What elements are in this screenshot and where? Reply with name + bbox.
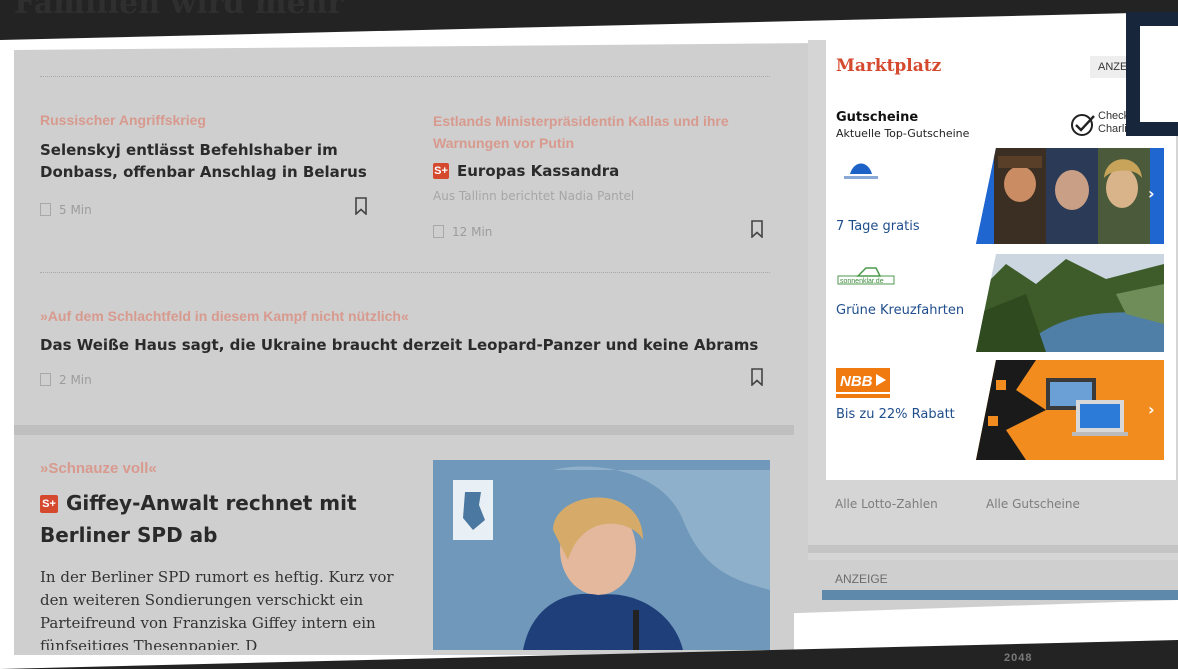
feature-teaser-text: In der Berliner SPD rumort es heftig. Ku… <box>40 568 394 650</box>
article-author: Aus Tallinn berichtet Nadia Pantel <box>433 189 635 203</box>
check-logo-icon <box>1070 112 1096 142</box>
article-reading-time: 5 Min <box>40 203 92 217</box>
offer-text[interactable]: Bis zu 22% Rabatt <box>836 404 966 425</box>
reading-time-icon <box>433 225 444 238</box>
article-title[interactable]: Das Weiße Haus sagt, die Ukraine braucht… <box>40 334 780 356</box>
nbb-logo[interactable]: NBB <box>836 368 890 400</box>
feature-title[interactable]: S+ Giffey-Anwalt rechnet mit Berliner SPD… <box>40 487 420 551</box>
voucher-subheading: Aktuelle Top-Gutscheine <box>836 127 970 140</box>
paramount-logo[interactable] <box>836 152 896 188</box>
feature-photo[interactable] <box>433 460 770 650</box>
chevron-right-icon[interactable]: › <box>1148 184 1155 203</box>
bookmark-icon[interactable] <box>750 220 764 239</box>
reading-time-icon <box>40 203 51 216</box>
ad-banner-strip[interactable] <box>822 590 1178 600</box>
article-kicker[interactable]: Estlands Ministerpräsidentin Kallas und … <box>433 110 763 154</box>
sonnenklar-logo[interactable]: sonnenklar.de <box>836 262 896 292</box>
offer-image[interactable]: › <box>976 360 1164 460</box>
gutscheine-link[interactable]: Alle Gutscheine <box>986 497 1080 511</box>
article-title[interactable]: S+ Europas Kassandra <box>433 160 763 182</box>
bookmark-icon[interactable] <box>354 197 368 216</box>
offer-image[interactable] <box>976 254 1164 352</box>
article-reading-time: 2 Min <box>40 373 92 387</box>
article-kicker[interactable]: Russischer Angriffskrieg <box>40 112 206 128</box>
offer-text[interactable]: 7 Tage gratis <box>836 216 966 237</box>
spiegel-plus-icon: S+ <box>40 495 58 513</box>
reading-time-icon <box>40 373 51 386</box>
sidebar-divider <box>808 545 1178 553</box>
bookmark-icon[interactable] <box>750 368 764 387</box>
article-reading-time: 12 Min <box>433 225 492 239</box>
marketplace-widget: Marktplatz ANZEIGE Gutscheine Aktuelle T… <box>826 40 1176 480</box>
spiegel-plus-icon: S+ <box>433 163 449 179</box>
divider-dotted <box>40 76 770 77</box>
svg-text:NBB: NBB <box>840 373 873 390</box>
overlay-frame <box>1126 12 1178 136</box>
chevron-right-icon[interactable]: › <box>1148 400 1155 419</box>
offer-image[interactable]: › <box>976 148 1164 244</box>
divider-dotted <box>40 272 770 273</box>
feature-kicker[interactable]: »Schnauze voll« <box>40 460 157 477</box>
cropped-headline[interactable]: Familien wird mehr <box>14 0 484 22</box>
section-divider <box>14 425 794 435</box>
ad-label: ANZEIGE <box>835 572 888 586</box>
article-title[interactable]: Selenskyj entlässt Befehlshaber im Donba… <box>40 139 390 183</box>
article-kicker[interactable]: »Auf dem Schlachtfeld in diesem Kampf ni… <box>40 308 409 324</box>
svg-text:sonnenklar.de: sonnenklar.de <box>840 278 884 285</box>
voucher-heading[interactable]: Gutscheine <box>836 110 918 125</box>
bottom-label: 2048 <box>1004 652 1033 664</box>
lotto-link[interactable]: Alle Lotto-Zahlen <box>835 497 938 511</box>
marketplace-title: Marktplatz <box>836 56 942 76</box>
offer-text[interactable]: Grüne Kreuzfahrten <box>836 300 966 321</box>
